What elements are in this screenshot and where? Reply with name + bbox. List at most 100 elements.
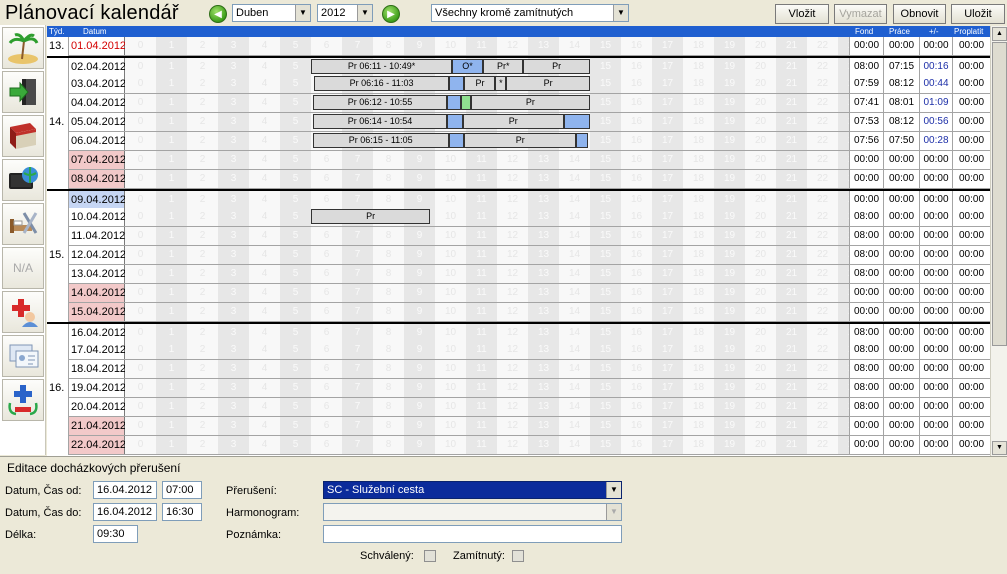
hour-cell[interactable]: 18 bbox=[683, 246, 714, 264]
hour-cell[interactable]: 9 bbox=[404, 246, 435, 264]
hour-cell[interactable]: 5 bbox=[280, 265, 311, 283]
hour-cell[interactable]: 7 bbox=[342, 360, 373, 378]
hour-cell[interactable]: 5 bbox=[280, 246, 311, 264]
hour-cell[interactable]: 17 bbox=[652, 324, 683, 342]
schedule-bar[interactable]: Pr bbox=[506, 76, 590, 91]
hour-cell[interactable]: 9 bbox=[404, 37, 435, 55]
hour-cell[interactable]: 0 bbox=[125, 417, 156, 435]
hour-cell[interactable]: 12 bbox=[497, 284, 528, 302]
hour-cell[interactable]: 14 bbox=[559, 265, 590, 283]
hour-cell[interactable]: 8 bbox=[373, 417, 404, 435]
hour-cell[interactable]: 20 bbox=[745, 379, 776, 397]
hour-cell[interactable]: 14 bbox=[559, 227, 590, 245]
hour-cell[interactable]: 16 bbox=[621, 113, 652, 131]
hour-cell[interactable]: 14 bbox=[559, 417, 590, 435]
hour-cell[interactable]: 17 bbox=[652, 398, 683, 416]
hour-cell[interactable]: 3 bbox=[218, 75, 249, 93]
hour-cell[interactable]: 9 bbox=[404, 284, 435, 302]
insert-button[interactable]: Vložit bbox=[775, 4, 829, 24]
hour-cell[interactable]: 18 bbox=[683, 191, 714, 209]
hour-cell[interactable]: 0 bbox=[125, 324, 156, 342]
table-row[interactable]: 16. 19.04.2012 0 1 2 3 4 5 6 7 8 9 10 11 12 13 14 15 16 17 1… bbox=[47, 379, 990, 398]
hour-cell[interactable]: 17 bbox=[652, 379, 683, 397]
hour-cell[interactable]: 21 bbox=[776, 436, 807, 454]
hour-cell[interactable]: 1 bbox=[156, 379, 187, 397]
hour-cell[interactable]: 10 bbox=[435, 227, 466, 245]
schedule-bar[interactable]: Pr 06:11 - 10:49* bbox=[311, 59, 453, 74]
hour-cell[interactable]: 2 bbox=[187, 75, 218, 93]
hour-cell[interactable]: 4 bbox=[249, 132, 280, 150]
hour-cell[interactable]: 22 bbox=[807, 58, 838, 76]
hour-cell[interactable]: 18 bbox=[683, 436, 714, 454]
hour-cell[interactable]: 0 bbox=[125, 151, 156, 169]
hour-cell[interactable]: 14 bbox=[559, 37, 590, 55]
hour-cell[interactable]: 13 bbox=[528, 37, 559, 55]
hour-cell[interactable]: 20 bbox=[745, 58, 776, 76]
hour-cell[interactable]: 17 bbox=[652, 265, 683, 283]
prev-month-button[interactable]: ◀ bbox=[209, 5, 227, 23]
row-date[interactable]: 09.04.2012 bbox=[68, 191, 126, 209]
hour-cell[interactable]: 4 bbox=[249, 360, 280, 378]
hour-cell[interactable]: 5 bbox=[280, 94, 311, 112]
hour-cell[interactable]: 10 bbox=[435, 191, 466, 209]
hour-cell[interactable]: 6 bbox=[311, 398, 342, 416]
hour-cell[interactable]: 17 bbox=[652, 170, 683, 188]
save-button[interactable]: Uložit bbox=[951, 4, 1005, 24]
hour-cell[interactable]: 7 bbox=[342, 246, 373, 264]
hour-cell[interactable]: 2 bbox=[187, 360, 218, 378]
hour-cell[interactable]: 22 bbox=[807, 436, 838, 454]
hour-cell[interactable]: 0 bbox=[125, 341, 156, 359]
hour-cell[interactable]: 4 bbox=[249, 227, 280, 245]
hour-cell[interactable]: 15 bbox=[590, 324, 621, 342]
hour-cell[interactable]: 8 bbox=[373, 191, 404, 209]
hour-cell[interactable]: 12 bbox=[497, 417, 528, 435]
row-date[interactable]: 11.04.2012 bbox=[68, 227, 125, 245]
hour-cell[interactable]: 15 bbox=[590, 208, 621, 226]
hour-cell[interactable]: 2 bbox=[187, 170, 218, 188]
table-row[interactable]: 17.04.2012 0 1 2 3 4 5 6 7 8 9 10 11 12 13 14 15 16 17 18 19… bbox=[47, 341, 990, 360]
hour-cell[interactable]: 1 bbox=[156, 246, 187, 264]
hour-cell[interactable]: 8 bbox=[373, 37, 404, 55]
hour-cell[interactable]: 0 bbox=[125, 208, 156, 226]
hour-cell[interactable]: 1 bbox=[156, 324, 187, 342]
row-date[interactable]: 20.04.2012 bbox=[68, 398, 126, 416]
hour-cell[interactable]: 15 bbox=[590, 379, 621, 397]
row-date[interactable]: 19.04.2012 bbox=[68, 379, 126, 397]
hour-cell[interactable]: 15 bbox=[590, 58, 621, 76]
hour-cell[interactable]: 7 bbox=[342, 284, 373, 302]
hour-cell[interactable]: 4 bbox=[249, 191, 280, 209]
hour-cell[interactable]: 20 bbox=[745, 360, 776, 378]
hour-cell[interactable]: 1 bbox=[156, 191, 187, 209]
hour-cell[interactable]: 16 bbox=[621, 170, 652, 188]
sidebar-button-vacation[interactable] bbox=[2, 27, 44, 69]
hour-cell[interactable]: 11 bbox=[466, 341, 497, 359]
hour-cell[interactable]: 17 bbox=[652, 436, 683, 454]
hour-cell[interactable]: 22 bbox=[807, 132, 838, 150]
hour-cell[interactable]: 13 bbox=[528, 303, 559, 321]
hour-cell[interactable]: 6 bbox=[311, 246, 342, 264]
hour-cell[interactable]: 8 bbox=[373, 379, 404, 397]
schedule-bar[interactable] bbox=[447, 95, 462, 110]
hour-cell[interactable]: 12 bbox=[497, 191, 528, 209]
hour-cell[interactable]: 13 bbox=[528, 246, 559, 264]
table-row[interactable]: 14.04.2012 0 1 2 3 4 5 6 7 8 9 10 11 12 13 14 15 16 17 18 19… bbox=[47, 284, 990, 303]
sidebar-button-card[interactable] bbox=[2, 335, 44, 377]
hour-cell[interactable]: 22 bbox=[807, 191, 838, 209]
hour-cell[interactable]: 10 bbox=[435, 379, 466, 397]
hour-cell[interactable]: 2 bbox=[187, 58, 218, 76]
hour-cell[interactable]: 5 bbox=[280, 341, 311, 359]
hour-cell[interactable]: 10 bbox=[435, 284, 466, 302]
hour-cell[interactable]: 5 bbox=[280, 360, 311, 378]
hour-cell[interactable]: 2 bbox=[187, 398, 218, 416]
hour-cell[interactable]: 0 bbox=[125, 227, 156, 245]
row-date[interactable]: 02.04.2012 bbox=[68, 58, 126, 76]
hour-cell[interactable]: 13 bbox=[528, 284, 559, 302]
hour-cell[interactable]: 10 bbox=[435, 37, 466, 55]
hour-cell[interactable]: 16 bbox=[621, 75, 652, 93]
hour-cell[interactable]: 21 bbox=[776, 303, 807, 321]
hour-cell[interactable]: 0 bbox=[125, 58, 156, 76]
row-date[interactable]: 07.04.2012 bbox=[68, 151, 126, 169]
hour-cell[interactable]: 4 bbox=[249, 265, 280, 283]
hour-cell[interactable]: 0 bbox=[125, 265, 156, 283]
hour-cell[interactable]: 11 bbox=[466, 436, 497, 454]
